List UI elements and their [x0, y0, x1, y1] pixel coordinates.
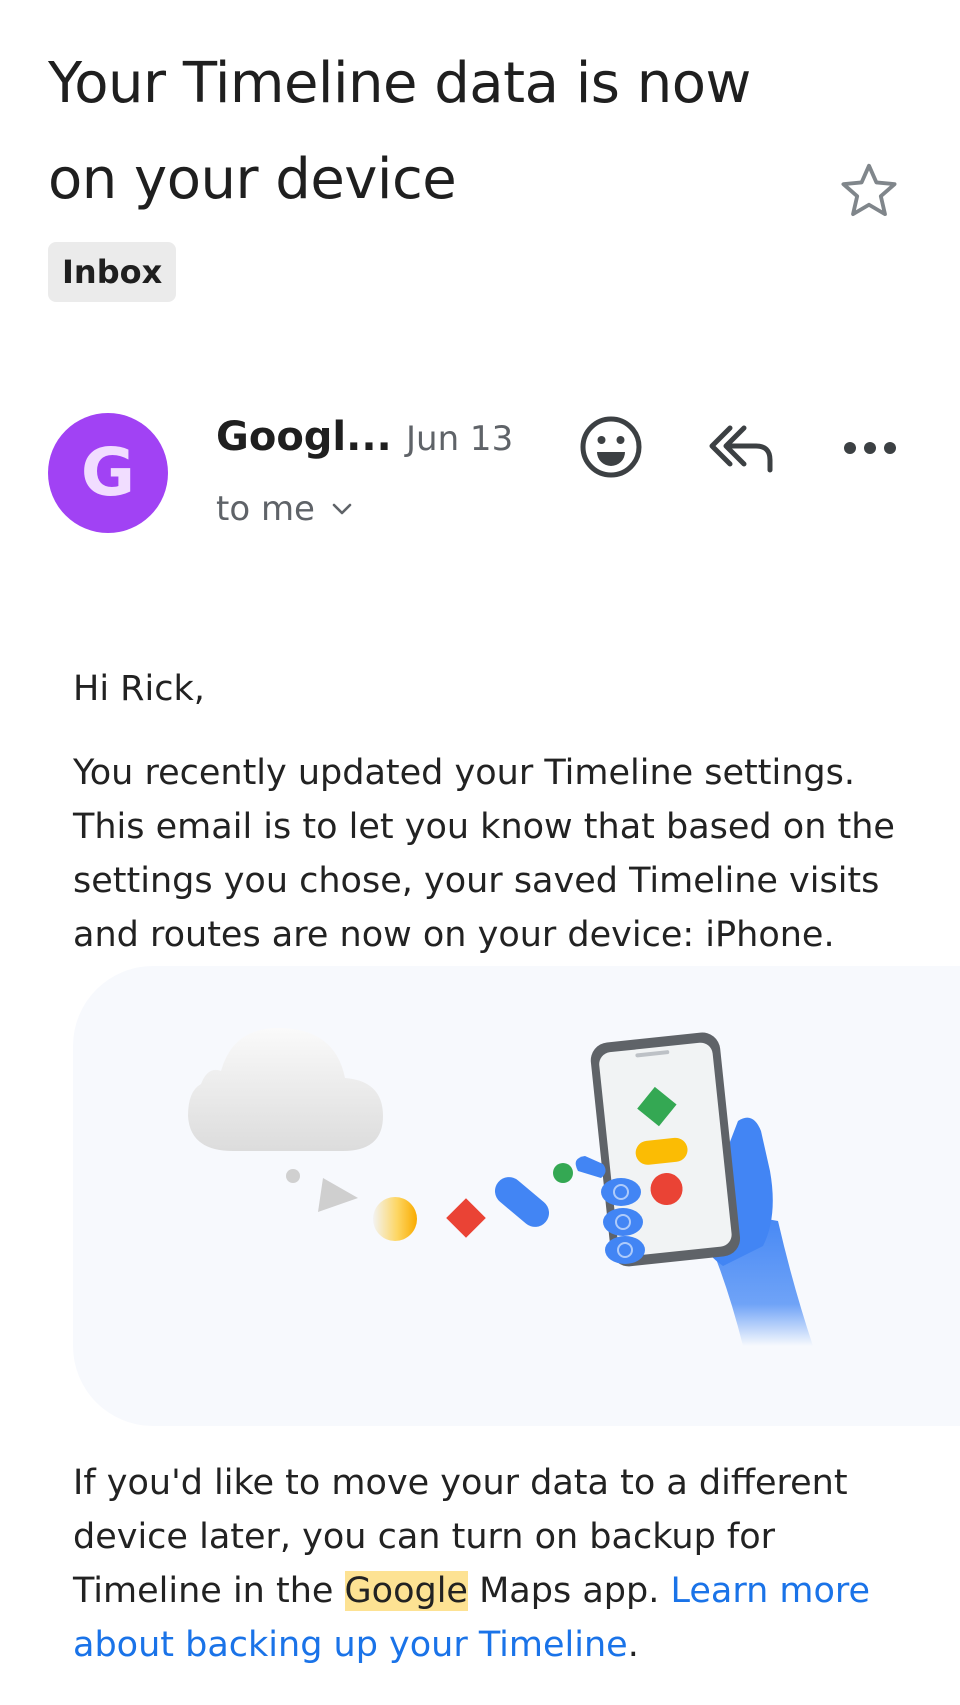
cloud-icon — [188, 1028, 383, 1151]
recipient-label: to me — [216, 489, 315, 529]
highlighted-search-term: Google — [344, 1571, 468, 1611]
email-greeting: Hi Rick, — [73, 669, 205, 709]
sentence-end: . — [627, 1625, 639, 1665]
backup-text-continued: Maps app. — [467, 1571, 671, 1611]
inbox-label[interactable]: Inbox — [48, 242, 177, 302]
star-icon[interactable] — [836, 158, 902, 224]
recipient-toggle[interactable]: to me — [216, 484, 353, 534]
data-trail-shapes — [286, 1163, 573, 1241]
more-horizontal-icon[interactable] — [840, 428, 900, 468]
sender-avatar[interactable]: G — [48, 413, 168, 533]
email-date: Jun 13 — [406, 419, 514, 459]
timeline-illustration — [73, 966, 960, 1426]
reply-all-icon[interactable] — [708, 420, 778, 476]
add-reaction-icon[interactable] — [578, 414, 644, 480]
email-subject: Your Timeline data is now on your device — [48, 51, 751, 212]
chevron-down-icon — [332, 503, 352, 515]
email-paragraph: You recently updated your Timeline setti… — [73, 753, 895, 955]
sender-name[interactable]: Googl... — [216, 412, 392, 462]
email-paragraph-backup: If you'd like to move your data to a dif… — [73, 1456, 908, 1672]
